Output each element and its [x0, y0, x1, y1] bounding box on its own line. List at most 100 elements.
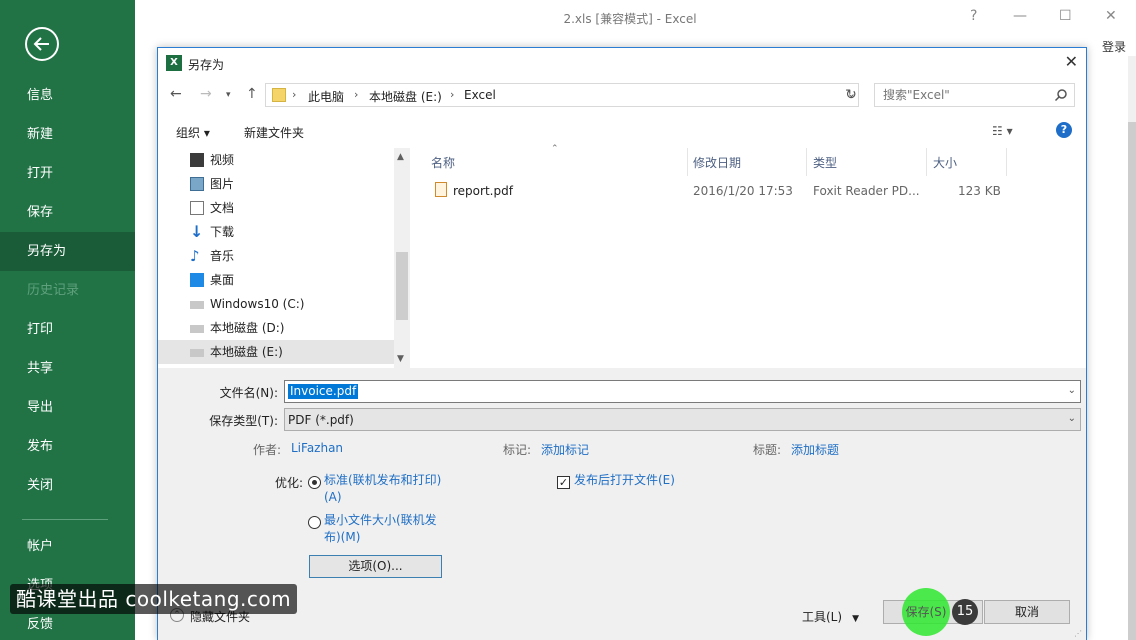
- backstage-save[interactable]: 保存: [0, 193, 135, 232]
- nav-pane-scrollbar[interactable]: ▲ ▼: [394, 148, 410, 368]
- filetype-dropdown-chevron-icon[interactable]: ⌄: [1068, 413, 1076, 424]
- optimize-minimum-label-line1[interactable]: 最小文件大小(联机发: [324, 512, 437, 529]
- nav-item-pictures[interactable]: 图片: [158, 172, 394, 196]
- backstage-history: 历史记录: [27, 283, 80, 298]
- breadcrumb-separator-icon[interactable]: ›: [450, 88, 454, 101]
- help-icon[interactable]: ?: [1056, 122, 1072, 138]
- login-link[interactable]: 登录: [1102, 38, 1126, 55]
- navigation-pane: 视频 图片 文档 ↓ 下载 ♪ 音乐 桌面 Windows10 (C:) 本地磁盘 …: [158, 148, 410, 368]
- page-scrollbar[interactable]: [1128, 56, 1136, 640]
- scroll-down-icon[interactable]: ▼: [397, 354, 404, 364]
- nav-item-drive-c[interactable]: Windows10 (C:): [158, 292, 394, 316]
- options-button[interactable]: 选项(O)...: [309, 555, 442, 578]
- filename-label: 文件名(N):: [219, 386, 278, 400]
- sort-ascending-icon: ⌃: [551, 144, 559, 154]
- nav-pane-scrollbar-thumb[interactable]: [396, 252, 408, 320]
- nav-item-drive-e[interactable]: 本地磁盘 (E:): [158, 340, 394, 364]
- tools-menu[interactable]: 工具(L) ▼: [802, 608, 859, 625]
- breadcrumb-separator-icon[interactable]: ›: [292, 88, 296, 101]
- nav-item-drive-d[interactable]: 本地磁盘 (D:): [158, 316, 394, 340]
- nav-item-documents[interactable]: 文档: [158, 196, 394, 220]
- backstage-divider: [22, 519, 108, 520]
- back-arrow-icon[interactable]: ←: [170, 86, 182, 102]
- column-header-type[interactable]: 类型: [813, 154, 837, 171]
- nav-item-music[interactable]: ♪ 音乐: [158, 244, 394, 268]
- scroll-up-icon[interactable]: ▲: [397, 152, 404, 162]
- column-header-name[interactable]: 名称: [431, 154, 455, 171]
- breadcrumb-separator-icon[interactable]: ›: [354, 88, 358, 101]
- tags-value[interactable]: 添加标记: [541, 441, 589, 458]
- back-arrow-icon: [33, 37, 49, 51]
- breadcrumb-excel[interactable]: Excel: [464, 88, 496, 102]
- column-header-date[interactable]: 修改日期: [693, 154, 741, 171]
- breadcrumb-drive-e[interactable]: 本地磁盘 (E:): [369, 88, 442, 105]
- music-icon: ♪: [190, 247, 200, 265]
- author-label: 作者:: [253, 443, 282, 457]
- backstage-panel: 信息 新建 打开 保存 另存为 历史记录 打印 共享 导出 发布 关闭 帐户 选…: [0, 0, 135, 640]
- author-value[interactable]: LiFazhan: [291, 441, 343, 455]
- optimize-minimum-label-line2[interactable]: 布)(M): [324, 529, 360, 546]
- breadcrumb-this-pc[interactable]: 此电脑: [308, 88, 344, 105]
- backstage-close[interactable]: 关闭: [0, 466, 135, 505]
- search-input[interactable]: [875, 84, 1045, 106]
- minimize-icon[interactable]: —: [1013, 8, 1027, 24]
- filename-field[interactable]: Invoice.pdf ⌄: [284, 380, 1081, 403]
- nav-item-desktop[interactable]: 桌面: [158, 268, 394, 292]
- backstage-export[interactable]: 导出: [0, 388, 135, 427]
- dialog-close-button[interactable]: ✕: [1065, 52, 1078, 71]
- title-value[interactable]: 添加标题: [791, 441, 839, 458]
- optimize-standard-radio[interactable]: [308, 476, 321, 489]
- column-divider[interactable]: [806, 148, 807, 176]
- backstage-publish[interactable]: 发布: [0, 427, 135, 466]
- nav-item-downloads[interactable]: ↓ 下载: [158, 220, 394, 244]
- optimize-label: 优化:: [275, 476, 304, 490]
- backstage-print[interactable]: 打印: [0, 310, 135, 349]
- new-folder-button[interactable]: 新建文件夹: [244, 124, 304, 141]
- search-icon[interactable]: [1054, 88, 1068, 102]
- filetype-select[interactable]: PDF (*.pdf) ⌄: [284, 408, 1081, 431]
- maximize-icon[interactable]: ☐: [1059, 8, 1072, 24]
- save-as-dialog: X 另存为 ✕ ← → ▾ ↑ › 此电脑 › 本地磁盘 (E:) › Exce…: [157, 47, 1087, 640]
- column-divider[interactable]: [926, 148, 927, 176]
- backstage-info[interactable]: 信息: [0, 76, 135, 115]
- save-button[interactable]: 保存(S): [902, 600, 950, 624]
- filename-value[interactable]: Invoice.pdf: [288, 384, 359, 399]
- open-after-publish-checkbox[interactable]: ✓: [557, 476, 570, 489]
- up-arrow-icon[interactable]: ↑: [246, 86, 258, 102]
- address-bar-row: ← → ▾ ↑ › 此电脑 › 本地磁盘 (E:) › Excel ⌄ ↻: [158, 80, 1086, 110]
- organize-menu[interactable]: 组织 ▾: [176, 124, 210, 141]
- recent-locations-chevron-icon[interactable]: ▾: [226, 90, 231, 100]
- refresh-icon[interactable]: ↻: [842, 83, 860, 107]
- resize-grip-icon[interactable]: ⋰: [1074, 629, 1084, 639]
- backstage-save-as[interactable]: 另存为: [0, 232, 135, 271]
- title-label: 标题:: [753, 443, 782, 457]
- optimize-minimum-radio[interactable]: [308, 516, 321, 529]
- cancel-button[interactable]: 取消: [984, 600, 1070, 624]
- backstage-open[interactable]: 打开: [0, 154, 135, 193]
- pictures-icon: [190, 177, 204, 191]
- excel-icon: X: [166, 55, 182, 71]
- close-window-icon[interactable]: ✕: [1105, 8, 1117, 24]
- file-type: Foxit Reader PD...: [813, 184, 920, 198]
- column-header-size[interactable]: 大小: [933, 154, 957, 171]
- optimize-standard-label-line2[interactable]: (A): [324, 489, 342, 506]
- nav-item-videos[interactable]: 视频: [158, 148, 394, 172]
- page-scrollbar-thumb[interactable]: [1128, 122, 1136, 640]
- optimize-standard-label-line1[interactable]: 标准(联机发布和打印): [324, 472, 441, 489]
- backstage-account[interactable]: 帐户: [0, 527, 135, 566]
- dialog-titlebar: X 另存为 ✕: [158, 48, 1086, 79]
- search-box[interactable]: [874, 83, 1075, 107]
- backstage-share[interactable]: 共享: [0, 349, 135, 388]
- view-options-icon[interactable]: ☷ ▾: [992, 124, 1013, 138]
- backstage-new[interactable]: 新建: [0, 115, 135, 154]
- file-name[interactable]: report.pdf: [453, 184, 513, 198]
- column-divider[interactable]: [687, 148, 688, 176]
- watermark: 酷课堂出品 coolketang.com: [10, 584, 298, 614]
- address-bar[interactable]: › 此电脑 › 本地磁盘 (E:) › Excel ⌄: [265, 83, 859, 107]
- column-divider[interactable]: [1006, 148, 1007, 176]
- filename-dropdown-chevron-icon[interactable]: ⌄: [1068, 385, 1076, 396]
- back-button[interactable]: [25, 27, 59, 61]
- open-after-publish-label[interactable]: 发布后打开文件(E): [574, 472, 675, 489]
- help-button[interactable]: ?: [970, 8, 977, 24]
- download-icon: ↓: [190, 222, 204, 241]
